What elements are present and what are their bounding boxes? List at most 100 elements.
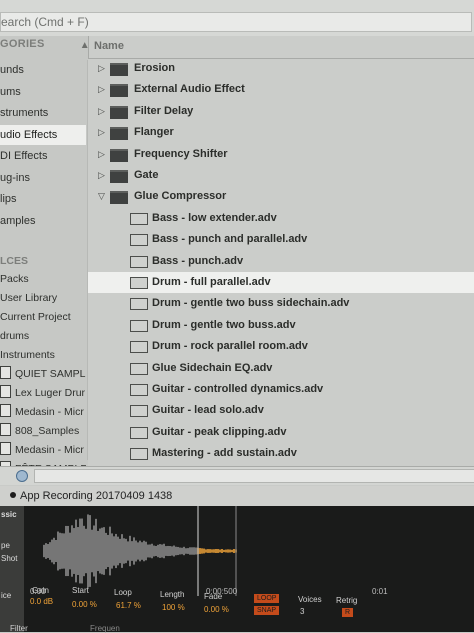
collapsed-triangle-icon[interactable]: ▷ — [98, 101, 105, 122]
places-item-label: 808_Samples — [15, 425, 80, 437]
mode-label-pe[interactable]: pe — [0, 539, 24, 552]
preset-file-icon — [130, 405, 148, 418]
preset-label: Glue Sidechain EQ.adv — [152, 361, 273, 374]
places-item[interactable]: User Library — [0, 289, 86, 307]
preset-row[interactable]: Drum - rock parallel room.adv — [88, 336, 474, 357]
places-item[interactable]: Medasin - Micr — [0, 403, 86, 421]
preset-row[interactable]: Bass - punch.adv — [88, 251, 474, 272]
loop-value[interactable]: 61.7 % — [116, 601, 141, 610]
preview-waveform-area[interactable] — [34, 469, 474, 483]
mode-label-slice[interactable]: ice — [0, 589, 24, 602]
loop-button[interactable]: LOOP — [254, 594, 280, 603]
preset-row[interactable]: Guitar - peak clipping.adv — [88, 422, 474, 443]
folder-icon — [110, 191, 128, 205]
folder-row[interactable]: ▷ Gate — [88, 165, 474, 186]
preset-file-icon — [130, 341, 148, 354]
category-item[interactable]: DI Effects — [0, 146, 86, 166]
preview-toggle-icon[interactable] — [16, 470, 28, 482]
clip-view: App Recording 20170409 1438 ssic pe Shot… — [0, 486, 474, 633]
retrig-button[interactable]: R — [342, 608, 354, 617]
category-item[interactable]: unds — [0, 60, 86, 80]
category-item[interactable]: amples — [0, 211, 86, 231]
preset-row[interactable]: Mastering - add sustain.adv — [88, 443, 474, 464]
folder-row[interactable]: ▷ Erosion — [88, 58, 474, 79]
collapsed-triangle-icon[interactable]: ▷ — [98, 122, 105, 143]
folder-row[interactable]: ▷ Filter Delay — [88, 101, 474, 122]
gain-value[interactable]: 0.0 dB — [30, 597, 53, 606]
collapsed-triangle-icon[interactable]: ▷ — [98, 165, 105, 186]
categories-header[interactable]: GORIES ▲ — [0, 38, 96, 58]
folder-label: Erosion — [134, 62, 175, 74]
folder-icon — [110, 148, 128, 162]
folder-label: External Audio Effect — [134, 83, 245, 96]
mode-label-classic[interactable]: ssic — [0, 508, 24, 521]
places-item-label: QUIET SAMPLES — [15, 368, 86, 380]
places-item-label: Packs — [0, 273, 29, 285]
start-value[interactable]: 0.00 % — [72, 600, 97, 609]
expanded-triangle-icon[interactable]: ▽ — [98, 186, 105, 207]
name-column-header[interactable]: Name — [94, 40, 124, 52]
snap-button[interactable]: SNAP — [254, 606, 280, 615]
preset-file-icon — [130, 319, 148, 332]
places-item[interactable]: Lex Luger Drur — [0, 384, 86, 402]
gain-label: Gain — [32, 586, 49, 595]
folder-row[interactable]: ▷ Flanger — [88, 122, 474, 143]
folder-icon — [0, 385, 11, 398]
preset-row[interactable]: Guitar - lead solo.adv — [88, 400, 474, 421]
category-item[interactable]: ug-ins — [0, 168, 86, 188]
mode-label-shot[interactable]: Shot — [0, 552, 24, 565]
preset-label: Bass - punch and parallel.adv — [152, 233, 308, 246]
preset-label: Drum - rock parallel room.adv — [152, 340, 308, 353]
places-item[interactable]: Packs — [0, 270, 86, 288]
collapsed-triangle-icon[interactable]: ▷ — [98, 58, 105, 79]
category-item[interactable]: struments — [0, 103, 86, 123]
preset-row[interactable]: Glue Sidechain EQ.adv — [88, 358, 474, 379]
collapsed-triangle-icon[interactable]: ▷ — [98, 79, 105, 100]
folder-label: Frequency Shifter — [134, 147, 228, 160]
preset-row[interactable]: Drum - full parallel.adv — [88, 272, 474, 293]
preview-strip — [0, 466, 474, 485]
places-item[interactable]: Current Project — [0, 308, 86, 326]
fade-value[interactable]: 0.00 % — [204, 605, 229, 614]
folder-row[interactable]: ▽ Glue Compressor — [88, 186, 474, 207]
search-input[interactable]: earch (Cmd + F) — [0, 12, 472, 32]
places-item-label: Lex Luger Drur — [15, 387, 86, 399]
preset-row[interactable]: Guitar - controlled dynamics.adv — [88, 379, 474, 400]
places-item[interactable]: Instruments — [0, 346, 86, 364]
preset-file-icon — [130, 277, 148, 289]
places-item-label: Current Project — [0, 311, 71, 323]
search-bar: earch (Cmd + F) — [0, 0, 474, 37]
voices-value[interactable]: 3 — [300, 607, 304, 616]
length-value[interactable]: 100 % — [162, 603, 185, 612]
folder-icon — [0, 366, 11, 379]
preset-file-icon — [130, 362, 148, 375]
category-item[interactable]: ums — [0, 82, 86, 102]
folder-icon — [110, 127, 128, 141]
preset-row[interactable]: Bass - low extender.adv — [88, 208, 474, 229]
collapsed-triangle-icon[interactable]: ▷ — [98, 144, 105, 165]
sample-waveform[interactable]: 0:00 0:00:500 0:01 — [24, 506, 474, 596]
places-item[interactable]: drums — [0, 327, 86, 345]
places-item[interactable]: Medasin - Micr — [0, 441, 86, 459]
voices-label: Voices — [298, 595, 322, 604]
folder-label: Gate — [134, 169, 159, 181]
preset-label: Drum - gentle two buss.adv — [152, 318, 296, 331]
category-item[interactable]: lips — [0, 189, 86, 209]
places-item[interactable]: 808_Samples — [0, 422, 86, 440]
preset-row[interactable]: Bass - punch and parallel.adv — [88, 229, 474, 250]
waveform-unselected — [43, 514, 197, 588]
preset-row[interactable]: Drum - gentle two buss sidechain.adv — [88, 293, 474, 314]
folder-icon — [0, 423, 11, 436]
folder-label: Flanger — [134, 126, 174, 139]
folder-icon — [0, 442, 11, 455]
preset-row[interactable]: Drum - gentle two buss.adv — [88, 315, 474, 336]
places-item-label: Medasin - Micr — [15, 406, 84, 418]
folder-row[interactable]: ▷ External Audio Effect — [88, 79, 474, 100]
folder-row[interactable]: ▷ Frequency Shifter — [88, 144, 474, 165]
category-item[interactable]: udio Effects — [0, 124, 86, 145]
places-item[interactable]: QUIET SAMPLES — [0, 365, 86, 383]
clip-title-bar: App Recording 20170409 1438 — [0, 486, 474, 506]
preset-label: Guitar - controlled dynamics.adv — [152, 383, 324, 395]
preset-label: Drum - full parallel.adv — [152, 276, 271, 288]
clip-title-dot-icon — [10, 492, 16, 498]
